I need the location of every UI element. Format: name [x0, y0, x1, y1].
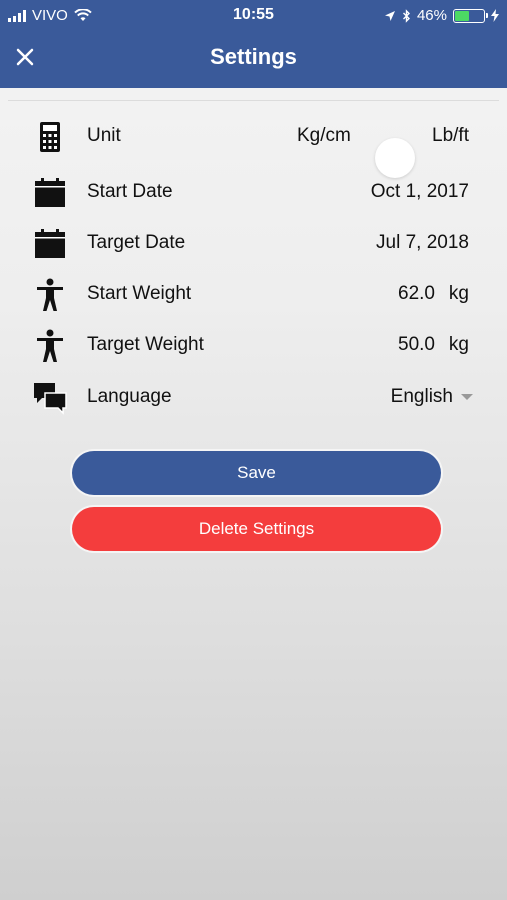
target-weight-value[interactable]: 50.0 — [398, 334, 435, 356]
start-weight-unit: kg — [448, 283, 469, 304]
calendar-icon — [35, 229, 65, 258]
header-bar: VIVO 10:55 46% Settings — [0, 0, 507, 88]
divider — [8, 100, 499, 101]
calculator-icon — [40, 122, 60, 152]
charging-bolt-icon — [491, 9, 499, 22]
save-button[interactable]: Save — [72, 451, 441, 495]
person-icon — [37, 329, 63, 362]
setting-row-unit: Unit Kg/cm Lb/ft — [0, 113, 507, 159]
battery-fill — [455, 10, 469, 21]
language-value: English — [390, 386, 453, 407]
setting-row-target-weight[interactable]: Target Weight 50.0 kg — [0, 322, 507, 368]
unit-option-imperial[interactable]: Lb/ft — [432, 125, 469, 147]
language-label: Language — [87, 386, 172, 407]
chevron-down-icon — [461, 393, 473, 400]
start-date-value[interactable]: Oct 1, 2017 — [371, 181, 469, 203]
target-date-value[interactable]: Jul 7, 2018 — [376, 232, 469, 254]
start-date-label: Start Date — [87, 181, 173, 202]
start-weight-label: Start Weight — [87, 283, 192, 304]
unit-label: Unit — [87, 125, 121, 146]
page-title: Settings — [210, 44, 297, 69]
setting-row-start-date[interactable]: Start Date Oct 1, 2017 — [0, 169, 507, 215]
language-dropdown[interactable]: English — [391, 386, 473, 408]
person-icon — [37, 278, 63, 311]
unit-option-metric[interactable]: Kg/cm — [297, 125, 351, 147]
battery-icon — [453, 8, 488, 23]
battery-percent: 46% — [416, 7, 447, 24]
location-arrow-icon — [384, 10, 395, 21]
bluetooth-icon — [402, 8, 410, 23]
setting-row-target-date[interactable]: Target Date Jul 7, 2018 — [0, 220, 507, 266]
start-weight-value[interactable]: 62.0 — [398, 283, 435, 305]
status-right: 46% — [384, 7, 499, 24]
target-date-label: Target Date — [87, 232, 186, 253]
setting-row-start-weight[interactable]: Start Weight 62.0 kg — [0, 271, 507, 317]
delete-settings-button[interactable]: Delete Settings — [72, 507, 441, 551]
target-weight-unit: kg — [448, 334, 469, 355]
target-weight-label: Target Weight — [87, 334, 204, 355]
setting-row-language[interactable]: Language English — [0, 374, 507, 420]
chat-bubbles-icon — [34, 383, 67, 415]
calendar-icon — [35, 178, 65, 207]
status-bar: VIVO 10:55 46% — [0, 0, 507, 32]
